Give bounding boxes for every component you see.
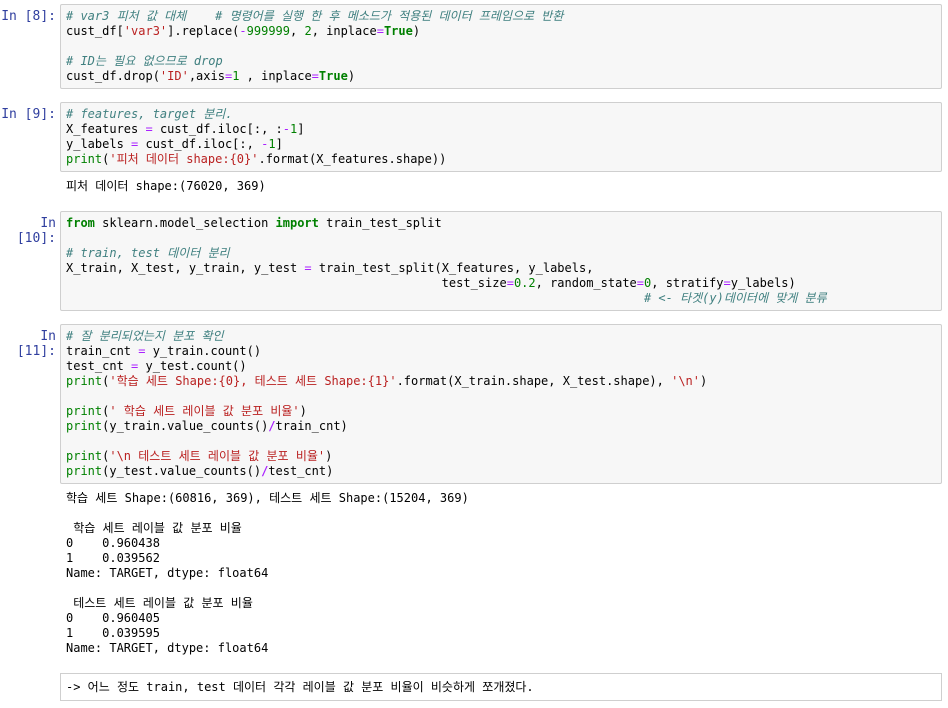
code-line: print('\n 테스트 세트 레이블 값 분포 비율'): [66, 449, 333, 463]
input-prompt: In [10]:: [16, 216, 56, 246]
markdown-text: -> 어느 정도 train, test 데이터 각각 레이블 값 분포 비율이…: [66, 680, 534, 694]
code-line: test_size=0.2, random_state=0, stratify=…: [66, 276, 796, 290]
markdown-cell[interactable]: -> 어느 정도 train, test 데이터 각각 레이블 값 분포 비율이…: [60, 673, 942, 701]
code-input[interactable]: # 잘 분리되었는지 분포 확인 train_cnt = y_train.cou…: [60, 324, 942, 484]
code-line: from sklearn.model_selection import trai…: [66, 216, 442, 230]
output-line: 학습 세트 Shape:(60816, 369), 테스트 세트 Shape:(…: [66, 491, 469, 505]
output-line: 1 0.039595: [66, 626, 160, 640]
input-prompt: In [11]:: [16, 329, 56, 359]
input-prompt: In [8]:: [1, 9, 56, 24]
code-line: # train, test 데이터 분리: [66, 246, 230, 260]
code-line: # var3 피처 값 대체 # 명령어를 실행 한 후 메소드가 적용된 데이…: [66, 9, 564, 23]
code-line: X_features = cust_df.iloc[:, :-1]: [66, 122, 305, 136]
code-input[interactable]: # var3 피처 값 대체 # 명령어를 실행 한 후 메소드가 적용된 데이…: [60, 4, 942, 89]
code-line: test_cnt = y_test.count(): [66, 359, 247, 373]
code-editor[interactable]: # 잘 분리되었는지 분포 확인 train_cnt = y_train.cou…: [61, 325, 941, 483]
cell-output: 학습 세트 Shape:(60816, 369), 테스트 세트 Shape:(…: [66, 491, 469, 656]
output-line: 테스트 세트 레이블 값 분포 비율: [66, 596, 253, 610]
code-line: print(y_train.value_counts()/train_cnt): [66, 419, 348, 433]
code-editor[interactable]: # features, target 분리. X_features = cust…: [61, 103, 941, 171]
code-input[interactable]: # features, target 분리. X_features = cust…: [60, 102, 942, 172]
code-editor[interactable]: from sklearn.model_selection import trai…: [61, 212, 941, 310]
code-editor[interactable]: # var3 피처 값 대체 # 명령어를 실행 한 후 메소드가 적용된 데이…: [61, 5, 941, 88]
cell-output: 피처 데이터 shape:(76020, 369): [66, 179, 266, 194]
code-line: cust_df.drop('ID',axis=1 , inplace=True): [66, 69, 356, 83]
output-line: 0 0.960438: [66, 536, 160, 550]
output-line: 0 0.960405: [66, 611, 160, 625]
code-line: # 잘 분리되었는지 분포 확인: [66, 329, 224, 343]
code-line: # features, target 분리.: [66, 107, 233, 121]
code-input[interactable]: from sklearn.model_selection import trai…: [60, 211, 942, 311]
code-line: X_train, X_test, y_train, y_test = train…: [66, 261, 594, 275]
code-line: y_labels = cust_df.iloc[:, -1]: [66, 137, 283, 151]
code-line: print('피처 데이터 shape:{0}'.format(X_featur…: [66, 152, 447, 166]
code-line: print(y_test.value_counts()/test_cnt): [66, 464, 334, 478]
output-line: Name: TARGET, dtype: float64: [66, 566, 269, 580]
code-line: # <- 타겟(y)데이터에 맞게 분류: [66, 291, 827, 305]
output-line: 피처 데이터 shape:(76020, 369): [66, 179, 266, 193]
output-line: 학습 세트 레이블 값 분포 비율: [66, 521, 242, 535]
code-line: train_cnt = y_train.count(): [66, 344, 262, 358]
code-line: # ID는 필요 없으므로 drop: [66, 54, 223, 68]
code-line: cust_df['var3'].replace(-999999, 2, inpl…: [66, 24, 421, 38]
code-line: print(' 학습 세트 레이블 값 분포 비율'): [66, 404, 307, 418]
input-prompt: In [9]:: [1, 107, 56, 122]
code-line: print('학습 세트 Shape:{0}, 테스트 세트 Shape:{1}…: [66, 374, 708, 388]
output-line: Name: TARGET, dtype: float64: [66, 641, 269, 655]
output-line: 1 0.039562: [66, 551, 160, 565]
